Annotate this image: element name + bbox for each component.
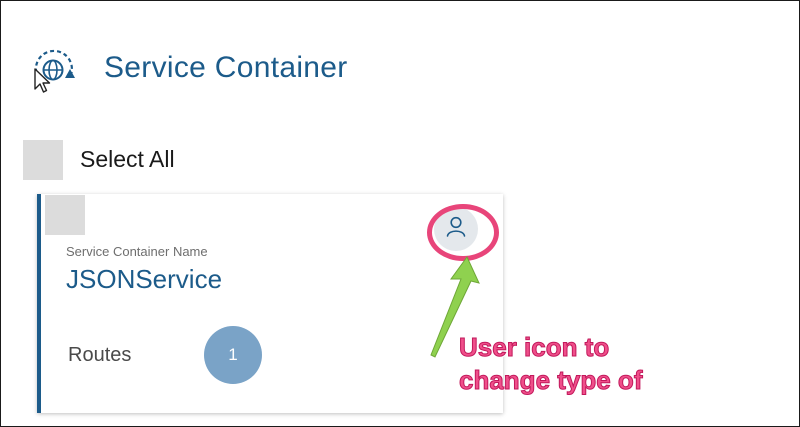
service-container-name: JSONService	[66, 264, 223, 294]
service-container-card[interactable]: Service Container Name JSONService Route…	[37, 194, 503, 413]
service-container-name-label: Service Container Name	[66, 244, 208, 259]
page-title: Service Container	[104, 51, 348, 84]
screenshot-frame: Service Container Select All Service Con…	[0, 0, 800, 427]
card-checkbox[interactable]	[45, 195, 85, 235]
globe-refresh-icon	[29, 47, 79, 97]
user-type-button[interactable]	[434, 207, 478, 251]
user-icon	[443, 214, 469, 245]
select-all-label: Select All	[80, 146, 175, 172]
page-header	[29, 47, 79, 97]
routes-label: Routes	[68, 344, 132, 366]
routes-count-badge: 1	[204, 326, 262, 384]
select-all-row	[23, 140, 63, 180]
routes-count: 1	[228, 345, 238, 364]
select-all-checkbox[interactable]	[23, 140, 63, 180]
